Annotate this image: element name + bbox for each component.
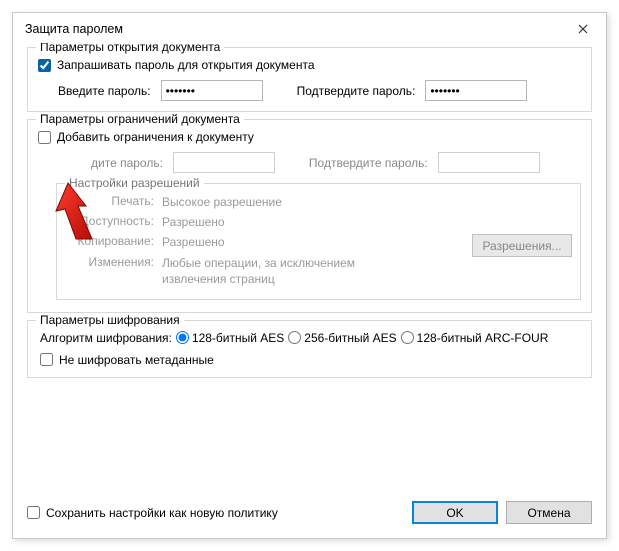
radio-aes256[interactable]: 256-битный AES [288, 331, 396, 345]
encrypt-params-title: Параметры шифрования [36, 313, 184, 327]
radio-aes128-label: 128-битный AES [192, 331, 284, 345]
permissions-title: Настройки разрешений [65, 176, 204, 190]
save-policy-label: Сохранить настройки как новую политику [46, 506, 278, 520]
no-encrypt-metadata-label: Не шифровать метаданные [59, 353, 214, 367]
perm-access-label: Доступность: [67, 214, 162, 228]
open-password-confirm-input[interactable] [425, 80, 527, 101]
radio-aes128[interactable]: 128-битный AES [176, 331, 284, 345]
perm-access-value: Разрешено [162, 214, 570, 230]
restrict-params-title: Параметры ограничений документа [36, 112, 244, 126]
permissions-group: Настройки разрешений Печать: Высокое раз… [56, 183, 581, 300]
radio-aes256-label: 256-битный AES [304, 331, 396, 345]
permissions-button: Разрешения... [472, 234, 572, 257]
radio-arcfour-label: 128-битный ARC-FOUR [417, 331, 549, 345]
add-restrictions-label: Добавить ограничения к документу [57, 130, 254, 144]
bottom-bar: Сохранить настройки как новую политику O… [13, 493, 606, 538]
open-password-input[interactable] [161, 80, 263, 101]
encrypt-params-group: Параметры шифрования Алгоритм шифрования… [27, 320, 592, 378]
encryption-algo-label: Алгоритм шифрования: [40, 331, 172, 345]
restrict-password-confirm-input [438, 152, 540, 173]
ok-button[interactable]: OK [412, 501, 498, 524]
radio-aes128-input[interactable] [176, 331, 189, 344]
perm-print-label: Печать: [67, 194, 162, 208]
open-params-group: Параметры открытия документа Запрашивать… [27, 47, 592, 112]
restrict-params-group: Параметры ограничений документа Добавить… [27, 119, 592, 313]
add-restrictions-checkbox[interactable] [38, 131, 51, 144]
open-enter-pw-label: Введите пароль: [58, 84, 151, 98]
titlebar: Защита паролем [13, 13, 606, 43]
require-password-checkbox[interactable] [38, 59, 51, 72]
dialog-title: Защита паролем [25, 22, 123, 36]
restrict-password-input [173, 152, 275, 173]
radio-arcfour-input[interactable] [401, 331, 414, 344]
close-icon [578, 24, 588, 34]
no-encrypt-metadata-checkbox[interactable] [40, 353, 53, 366]
perm-changes-label: Изменения: [67, 255, 162, 269]
cancel-button[interactable]: Отмена [506, 501, 592, 524]
radio-arcfour[interactable]: 128-битный ARC-FOUR [401, 331, 549, 345]
open-confirm-pw-label: Подтвердите пароль: [297, 84, 416, 98]
perm-copy-label: Копирование: [67, 234, 162, 248]
open-params-title: Параметры открытия документа [36, 43, 224, 54]
restrict-enter-pw-label: дите пароль: [58, 156, 163, 170]
restrict-confirm-pw-label: Подтвердите пароль: [309, 156, 428, 170]
require-password-label: Запрашивать пароль для открытия документ… [57, 58, 315, 72]
close-button[interactable] [568, 19, 598, 39]
password-protection-dialog: Защита паролем Параметры открытия докуме… [12, 12, 607, 539]
perm-print-value: Высокое разрешение [162, 194, 570, 210]
perm-changes-value: Любые операции, за исключением извлечени… [162, 255, 392, 287]
save-policy-checkbox[interactable] [27, 506, 40, 519]
radio-aes256-input[interactable] [288, 331, 301, 344]
